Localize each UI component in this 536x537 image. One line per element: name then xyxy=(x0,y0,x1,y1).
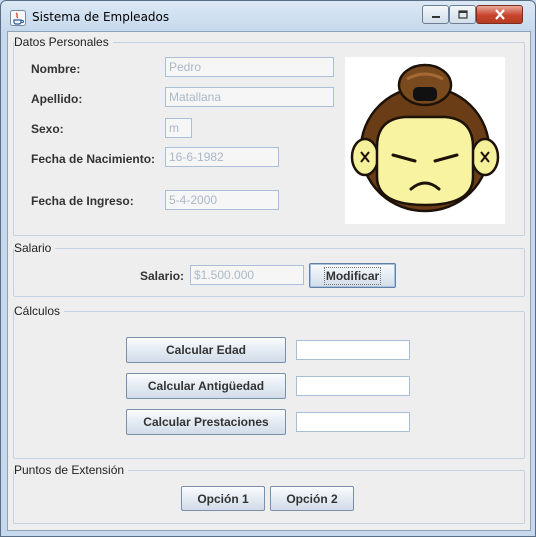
content-pane: Datos Personales Nombre: Pedro Apellido:… xyxy=(7,31,531,531)
minimize-icon xyxy=(431,15,440,18)
calcular-antiguedad-button[interactable]: Calcular Antigüedad xyxy=(126,373,286,399)
calcular-prestaciones-label: Calcular Prestaciones xyxy=(143,415,269,429)
modificar-label: Modificar xyxy=(323,266,382,285)
salario-field[interactable]: $1.500.000 xyxy=(190,265,304,285)
prestaciones-result-field[interactable] xyxy=(296,412,410,432)
calcular-antiguedad-label: Calcular Antigüedad xyxy=(147,379,265,393)
apellido-label: Apellido: xyxy=(31,92,83,106)
opcion-2-label: Opción 2 xyxy=(286,491,338,506)
calcular-edad-label: Calcular Edad xyxy=(165,343,247,357)
edad-result-field[interactable] xyxy=(296,340,410,360)
calculos-title: Cálculos xyxy=(14,304,65,318)
calcular-prestaciones-button[interactable]: Calcular Prestaciones xyxy=(126,409,286,435)
fecha-nacimiento-field[interactable]: 16-6-1982 xyxy=(165,147,279,167)
fecha-ingreso-field[interactable]: 5-4-2000 xyxy=(165,190,279,210)
close-button[interactable] xyxy=(476,5,523,24)
maximize-icon xyxy=(457,9,468,19)
datos-personales-title: Datos Personales xyxy=(14,35,113,49)
modificar-button[interactable]: Modificar xyxy=(309,263,396,288)
salario-title: Salario xyxy=(14,241,56,255)
opcion-1-button[interactable]: Opción 1 xyxy=(181,486,265,511)
fecha-nacimiento-label: Fecha de Nacimiento: xyxy=(31,152,156,166)
nombre-label: Nombre: xyxy=(31,62,81,76)
calcular-edad-button[interactable]: Calcular Edad xyxy=(126,337,286,363)
java-app-icon xyxy=(10,10,26,26)
application-window: Sistema de Empleados Datos Personales No… xyxy=(0,0,536,537)
sexo-field[interactable]: m xyxy=(165,118,192,138)
extension-title: Puntos de Extensión xyxy=(14,463,129,477)
antiguedad-result-field[interactable] xyxy=(296,376,410,396)
sumo-face-icon xyxy=(350,63,500,213)
close-icon xyxy=(494,9,505,20)
window-title: Sistema de Empleados xyxy=(32,10,170,24)
employee-photo xyxy=(345,57,505,224)
minimize-button[interactable] xyxy=(422,5,449,24)
maximize-button[interactable] xyxy=(449,5,476,24)
apellido-field[interactable]: Matallana xyxy=(165,87,334,107)
sexo-label: Sexo: xyxy=(31,122,64,136)
opcion-2-button[interactable]: Opción 2 xyxy=(270,486,354,511)
fecha-ingreso-label: Fecha de Ingreso: xyxy=(31,194,134,208)
salario-label: Salario: xyxy=(140,269,185,283)
title-bar[interactable]: Sistema de Empleados xyxy=(1,1,535,31)
extension-panel xyxy=(13,470,525,524)
nombre-field[interactable]: Pedro xyxy=(165,57,334,77)
opcion-1-label: Opción 1 xyxy=(197,491,249,506)
